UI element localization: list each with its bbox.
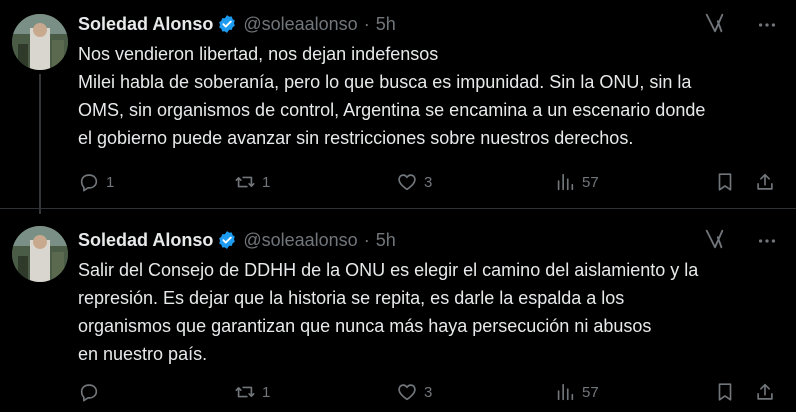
- tweet-line: OMS, sin organismos de control, Argentin…: [78, 100, 706, 120]
- views-icon: [557, 173, 574, 191]
- author-handle[interactable]: @soleaalonso: [243, 14, 357, 35]
- more-icon[interactable]: [756, 14, 778, 36]
- repost-icon: [235, 386, 255, 398]
- tweet-line: Milei habla de soberanía, pero lo que bu…: [78, 72, 692, 92]
- like-button[interactable]: 3: [396, 168, 432, 196]
- separator-dot: ·: [363, 13, 370, 34]
- share-button[interactable]: [754, 168, 776, 196]
- tweet-line: represión. Es dejar que la historia se r…: [78, 288, 625, 308]
- reply-icon: [80, 384, 98, 402]
- repost-button[interactable]: 1: [234, 378, 270, 406]
- share-icon: [757, 383, 773, 400]
- repost-count: 1: [262, 383, 271, 401]
- tweet-actions: 1 3 57: [78, 378, 780, 406]
- tweet-line: en nuestro país.: [78, 344, 208, 364]
- tweet-line: Nos vendieron libertad, nos dejan indefe…: [78, 44, 439, 64]
- reply-button[interactable]: [78, 378, 106, 406]
- bookmark-button[interactable]: [714, 378, 736, 406]
- views-count: 57: [582, 173, 599, 191]
- bookmark-icon: [718, 173, 732, 191]
- like-count: 3: [424, 173, 433, 191]
- repost-count: 1: [262, 173, 271, 191]
- tweet-text: Salir del Consejo de DDHH de la ONU es e…: [78, 256, 778, 368]
- avatar[interactable]: [12, 14, 68, 70]
- grok-icon[interactable]: [704, 228, 726, 250]
- tweet-actions: 1 1 3 57: [78, 168, 780, 196]
- timestamp[interactable]: 5h: [376, 14, 396, 35]
- tweet-divider: [0, 208, 796, 209]
- tweet-line: Salir del Consejo de DDHH de la ONU es e…: [78, 260, 699, 280]
- like-icon: [398, 174, 416, 191]
- views-button[interactable]: 57: [554, 378, 599, 406]
- like-button[interactable]: 3: [396, 378, 432, 406]
- verified-badge-icon: [219, 15, 236, 33]
- share-button[interactable]: [754, 378, 776, 406]
- avatar-photo: [12, 14, 68, 70]
- avatar-photo: [12, 226, 68, 282]
- author-name[interactable]: Soledad Alonso: [78, 230, 213, 251]
- tweet-line: el gobierno puede avanzar sin restriccio…: [78, 128, 634, 148]
- separator-dot: ·: [363, 229, 370, 250]
- repost-icon: [235, 176, 255, 188]
- thread-line: [39, 74, 41, 214]
- tweet-header: Soledad Alonso @soleaalonso · 5h: [78, 12, 396, 36]
- more-icon[interactable]: [756, 230, 778, 252]
- reply-button[interactable]: 1: [78, 168, 114, 196]
- author-handle[interactable]: @soleaalonso: [243, 230, 357, 251]
- share-icon: [757, 173, 773, 190]
- tweet-header: Soledad Alonso @soleaalonso · 5h: [78, 228, 396, 252]
- tweet-text: Nos vendieron libertad, nos dejan indefe…: [78, 40, 778, 152]
- verified-badge-icon: [219, 231, 236, 249]
- reply-icon: [80, 174, 98, 192]
- author-name[interactable]: Soledad Alonso: [78, 14, 213, 35]
- bookmark-button[interactable]: [714, 168, 736, 196]
- grok-icon[interactable]: [704, 12, 726, 34]
- views-count: 57: [582, 383, 599, 401]
- avatar[interactable]: [12, 226, 68, 282]
- views-icon: [557, 383, 574, 401]
- views-button[interactable]: 57: [554, 168, 599, 196]
- repost-button[interactable]: 1: [234, 168, 270, 196]
- like-icon: [398, 384, 416, 401]
- timestamp[interactable]: 5h: [376, 230, 396, 251]
- tweet-line: organismos que garantizan que nunca más …: [78, 316, 652, 336]
- reply-count: 1: [106, 173, 115, 191]
- bookmark-icon: [718, 383, 732, 401]
- like-count: 3: [424, 383, 433, 401]
